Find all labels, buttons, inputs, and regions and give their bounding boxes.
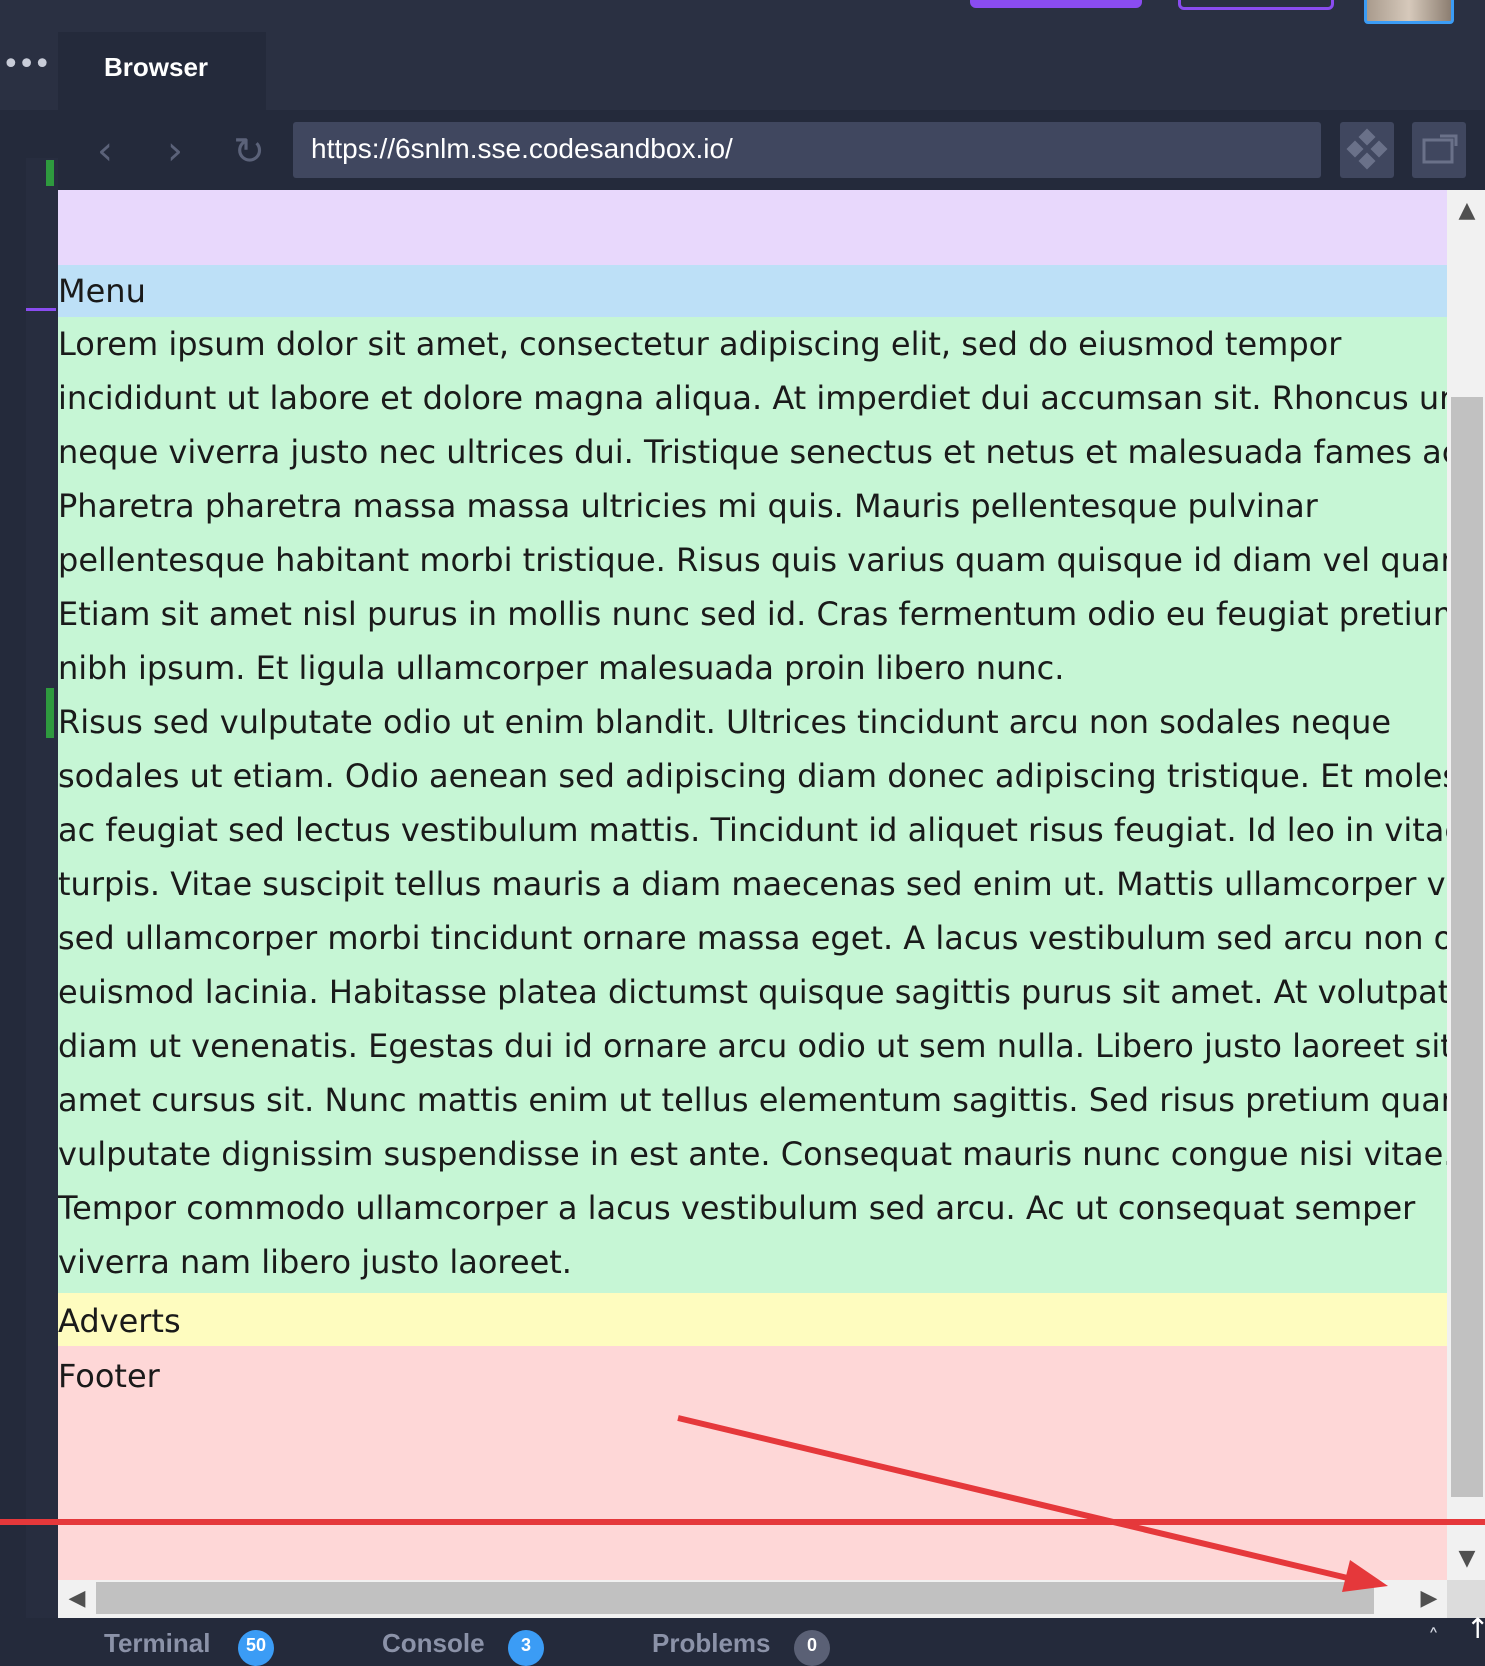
chevron-up-icon[interactable]: ˄ xyxy=(1428,1626,1439,1651)
open-new-window-icon[interactable] xyxy=(1412,122,1466,178)
scroll-left-icon[interactable]: ◀ xyxy=(62,1584,92,1614)
main-line: diam ut venenatis. Egestas dui id ornare… xyxy=(58,1027,1447,1065)
scroll-down-icon[interactable]: ▼ xyxy=(1452,1546,1482,1571)
main-line: Tempor commodo ullamcorper a lacus vesti… xyxy=(58,1189,1416,1227)
main-line: neque viverra justo nec ultrices dui. Tr… xyxy=(58,433,1447,471)
gutter-line xyxy=(26,158,58,1649)
adverts-section: Adverts xyxy=(58,1293,1447,1346)
gutter-highlight xyxy=(26,308,56,311)
main-line: vulputate dignissim suspendisse in est a… xyxy=(58,1135,1447,1173)
footer-section: Footer xyxy=(58,1346,1447,1580)
tab-problems[interactable]: Problems xyxy=(652,1628,771,1659)
main-line: Pharetra pharetra massa massa ultricies … xyxy=(58,487,1318,525)
main-line: Risus sed vulputate odio ut enim blandit… xyxy=(58,703,1392,741)
main-line: pellentesque habitant morbi tristique. R… xyxy=(58,541,1447,579)
preview-page: Menu Lorem ipsum dolor sit amet, consect… xyxy=(58,190,1447,1580)
forward-icon[interactable]: › xyxy=(150,128,200,174)
tab-terminal[interactable]: Terminal xyxy=(104,1628,210,1659)
problems-count-badge: 0 xyxy=(794,1630,830,1666)
console-count-badge: 3 xyxy=(508,1630,544,1666)
avatar[interactable] xyxy=(1364,0,1454,24)
main-line: amet cursus sit. Nunc mattis enim ut tel… xyxy=(58,1081,1447,1119)
top-action-button[interactable] xyxy=(970,0,1142,8)
main-line: viverra nam libero justo laoreet. xyxy=(58,1243,572,1281)
page-header-section xyxy=(58,190,1447,265)
vertical-scrollbar-thumb[interactable] xyxy=(1451,397,1483,1497)
arrow-up-icon: ↑ xyxy=(1466,1612,1485,1645)
main-line: sed ullamcorper morbi tincidunt ornare m… xyxy=(58,919,1447,957)
main-line: sodales ut etiam. Odio aenean sed adipis… xyxy=(58,757,1447,795)
main-line: turpis. Vitae suscipit tellus mauris a d… xyxy=(58,865,1447,903)
main-line: Etiam sit amet nisl purus in mollis nunc… xyxy=(58,595,1447,633)
main-line: euismod lacinia. Habitasse platea dictum… xyxy=(58,973,1447,1011)
horizontal-scrollbar-thumb[interactable] xyxy=(96,1582,1374,1614)
git-change-marker xyxy=(46,160,54,186)
reload-icon[interactable]: ↻ xyxy=(224,128,274,174)
tab-browser-label: Browser xyxy=(104,52,209,82)
menu-section: Menu xyxy=(58,265,1447,317)
ellipsis-icon[interactable]: ••• xyxy=(0,32,58,110)
main-content-section: Lorem ipsum dolor sit amet, consectetur … xyxy=(58,317,1447,1293)
git-change-marker xyxy=(46,688,54,738)
tab-console[interactable]: Console xyxy=(382,1628,485,1659)
main-line: nibh ipsum. Et ligula ullamcorper malesu… xyxy=(58,649,1065,687)
codesandbox-icon[interactable] xyxy=(1340,122,1394,178)
top-secondary-button[interactable] xyxy=(1178,0,1334,10)
scroll-right-icon[interactable]: ▶ xyxy=(1414,1584,1444,1614)
terminal-count-badge: 50 xyxy=(238,1630,274,1666)
main-line: Lorem ipsum dolor sit amet, consectetur … xyxy=(58,325,1342,363)
url-text: https://6snlm.sse.codesandbox.io/ xyxy=(311,133,733,164)
main-line: ac feugiat sed lectus vestibulum mattis.… xyxy=(58,811,1447,849)
back-icon[interactable]: ‹ xyxy=(80,128,130,174)
scroll-up-icon[interactable]: ▲ xyxy=(1452,198,1482,223)
browser-preview: Menu Lorem ipsum dolor sit amet, consect… xyxy=(58,190,1447,1580)
main-line: incididunt ut labore et dolore magna ali… xyxy=(58,379,1447,417)
